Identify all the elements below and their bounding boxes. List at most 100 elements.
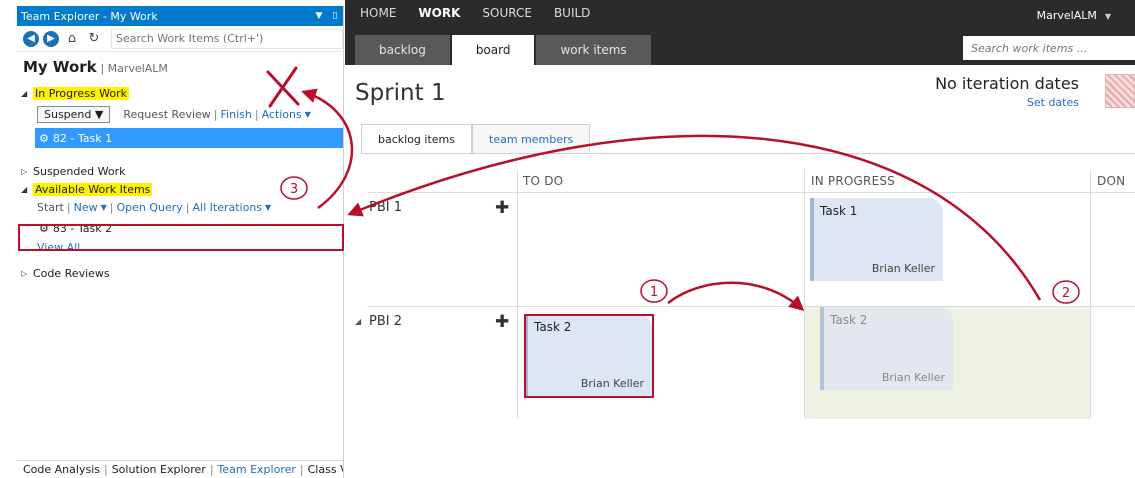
section-available[interactable]: ◢ Available Work Items (17, 180, 343, 198)
forward-icon[interactable]: ▶ (43, 30, 59, 47)
tab-team-explorer[interactable]: Team Explorer (218, 463, 296, 476)
suspend-button[interactable]: Suspend ▼ (37, 105, 111, 123)
row-pbi-2[interactable]: ◢ PBI 2 (355, 314, 402, 329)
separator: | (209, 463, 214, 476)
account-menu[interactable]: MarvelALM ▼ (1037, 9, 1111, 22)
tab-solution-explorer[interactable]: Solution Explorer (112, 463, 206, 476)
card-assignee: Brian Keller (881, 371, 945, 384)
iteration-dates-text: No iteration dates (935, 74, 1079, 93)
card-assignee: Brian Keller (871, 262, 935, 275)
nav-work[interactable]: WORK (418, 6, 460, 20)
start-link[interactable]: Start (37, 201, 64, 214)
separator: | (66, 200, 71, 214)
column-header-done: DON (1097, 174, 1126, 188)
view-all-row: View All (17, 238, 343, 256)
row-divider (367, 192, 1135, 193)
all-iterations-link[interactable]: All Iterations (193, 201, 263, 214)
page-title: My Work (23, 58, 97, 76)
task-card[interactable]: Task 2 Brian Keller (524, 314, 652, 396)
home-icon[interactable]: ⌂ (63, 31, 81, 47)
web-search-input[interactable] (963, 36, 1135, 60)
dropdown-icon[interactable]: ▼ (311, 11, 327, 21)
work-item-icon: ⚙ (39, 221, 49, 235)
tab-class-view[interactable]: Class View (308, 463, 343, 476)
card-assignee: Brian Keller (580, 377, 644, 390)
section-label-available: Available Work Items (33, 182, 153, 196)
pin-icon[interactable]: ▯ (327, 11, 343, 21)
separator: | (254, 107, 259, 121)
ghost-task-card: Task 2 Brian Keller (820, 307, 953, 390)
row-label: PBI 2 (369, 314, 402, 329)
top-bar: HOME WORK SOURCE BUILD MarvelALM ▼ backlo… (345, 0, 1135, 65)
collapsed-triangle-icon: ▷ (21, 166, 28, 176)
section-suspended[interactable]: ▷ Suspended Work (17, 162, 343, 180)
expanded-triangle-icon: ◢ (21, 88, 28, 98)
tab-board[interactable]: board (451, 35, 535, 65)
expanded-triangle-icon: ◢ (21, 184, 28, 194)
page-subtitle-separator: | (100, 62, 108, 75)
collapsed-triangle-icon: ▷ (21, 268, 28, 278)
set-dates-link[interactable]: Set dates (1027, 96, 1079, 109)
back-icon[interactable]: ◀ (23, 30, 39, 47)
available-item-label: 83 - Task 2 (52, 221, 113, 235)
view-all-link[interactable]: View All (37, 241, 80, 254)
finish-link[interactable]: Finish (221, 108, 252, 121)
column-divider (1090, 170, 1091, 418)
row-label: PBI 1 (369, 200, 402, 215)
column-header-todo: TO DO (523, 174, 564, 188)
refresh-icon[interactable]: ↻ (85, 31, 103, 47)
task-card[interactable]: Task 1 Brian Keller (810, 198, 943, 281)
chevron-down-icon: ▼ (1104, 12, 1111, 21)
tab-code-analysis[interactable]: Code Analysis (23, 463, 100, 476)
nav-build[interactable]: BUILD (554, 6, 590, 20)
account-name: MarvelALM (1036, 9, 1097, 22)
card-title: Task 2 (534, 320, 572, 334)
available-item[interactable]: ⚙ 83 - Task 2 (35, 218, 343, 238)
divider (361, 153, 1135, 154)
separator: | (103, 463, 108, 476)
burndown-chart-thumbnail[interactable] (1105, 74, 1135, 108)
card-title: Task 2 (830, 313, 868, 327)
in-progress-item[interactable]: ⚙ 82 - Task 1 (35, 128, 343, 148)
bottom-tool-tabs: Code Analysis | Solution Explorer | Team… (17, 460, 343, 478)
sprint-title: Sprint 1 (355, 80, 446, 106)
section-code-reviews[interactable]: ▷ Code Reviews (17, 264, 343, 282)
chevron-down-icon[interactable]: ▼ (265, 203, 271, 212)
team-explorer-titlebar: Team Explorer - My Work ▼ ▯ (17, 6, 343, 26)
section-label-suspended: Suspended Work (33, 164, 126, 178)
separator: | (213, 107, 218, 121)
work-item-icon: ⚙ (39, 131, 49, 145)
request-review-link[interactable]: Request Review (123, 108, 210, 121)
team-explorer-panel: Team Explorer - My Work ▼ ▯ ◀ ▶ ⌂ ↻ My W… (17, 6, 344, 478)
row-pbi-1[interactable]: PBI 1 (369, 200, 402, 215)
separator: | (109, 200, 114, 214)
suspend-label: Suspend (44, 107, 92, 121)
column-header-in-progress: IN PROGRESS (811, 174, 896, 188)
sub-tabs: backlog board work items (355, 35, 651, 65)
chevron-down-icon[interactable]: ▼ (305, 110, 311, 119)
web-access-panel: HOME WORK SOURCE BUILD MarvelALM ▼ backlo… (345, 0, 1135, 478)
chevron-down-icon[interactable]: ▼ (101, 203, 107, 212)
column-divider (517, 170, 518, 418)
tab-team-members[interactable]: team members (472, 124, 591, 154)
new-link[interactable]: New (74, 201, 98, 214)
section-label-code-reviews: Code Reviews (33, 266, 110, 280)
nav-source[interactable]: SOURCE (482, 6, 532, 20)
add-task-icon[interactable]: ✚ (495, 198, 509, 218)
board-tabs: backlog items team members (361, 124, 591, 154)
tab-work-items[interactable]: work items (536, 35, 651, 65)
team-explorer-title: Team Explorer - My Work (21, 9, 158, 23)
add-task-icon[interactable]: ✚ (495, 312, 509, 332)
expanded-triangle-icon: ◢ (355, 317, 362, 326)
nav-home[interactable]: HOME (360, 6, 396, 20)
section-in-progress[interactable]: ◢ In Progress Work (17, 84, 343, 102)
actions-link[interactable]: Actions (262, 108, 302, 121)
open-query-link[interactable]: Open Query (116, 201, 182, 214)
tab-backlog[interactable]: backlog (355, 35, 450, 65)
top-navigation: HOME WORK SOURCE BUILD (360, 6, 590, 20)
tab-backlog-items[interactable]: backlog items (361, 124, 472, 154)
search-work-items-input[interactable] (111, 28, 343, 49)
team-explorer-toolbar: ◀ ▶ ⌂ ↻ (17, 26, 343, 52)
